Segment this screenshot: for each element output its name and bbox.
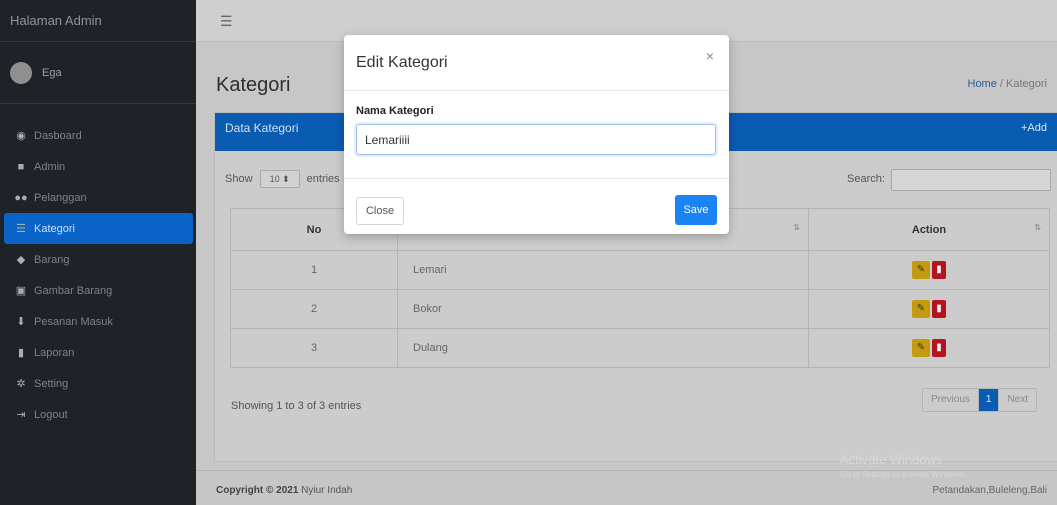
edit-icon[interactable]: ✎ — [912, 300, 930, 318]
save-button[interactable]: Save — [675, 195, 717, 225]
cell-no: 2 — [230, 289, 398, 329]
nama-kategori-input[interactable] — [356, 124, 716, 155]
dashboard-icon: ◉ — [16, 130, 26, 142]
cell-no: 1 — [230, 250, 398, 290]
table-info: Showing 1 to 3 of 3 entries — [231, 400, 362, 412]
sidebar-item-label: Logout — [34, 408, 68, 421]
sort-icon: ⇅ — [1034, 223, 1041, 232]
user-name[interactable]: Ega — [42, 67, 62, 79]
sidebar-nav: ◉ Dasboard ■ Admin ●● Pelanggan ☰ Kategori ◆… — [0, 104, 196, 430]
sidebar: Halaman Admin Ega ◉ Dasboard ■ Admin ●● Pel… — [0, 0, 196, 505]
page-title: Kategori — [216, 74, 291, 96]
modal-footer: Close Save — [344, 178, 729, 234]
sidebar-item-label: Admin — [34, 160, 66, 173]
cell-name: Bokor — [397, 289, 809, 329]
sidebar-item-label: Gambar Barang — [34, 284, 113, 297]
modal-title: Edit Kategori — [356, 54, 448, 71]
cell-action: ✎ ▮ — [808, 328, 1050, 368]
sidebar-item-logout[interactable]: ⇥ Logout — [4, 399, 193, 430]
cell-name: Dulang — [397, 328, 809, 368]
table-row: 2 Bokor ✎ ▮ — [230, 289, 1050, 329]
sidebar-item-label: Pelanggan — [34, 191, 87, 204]
modal-header: Edit Kategori × — [344, 35, 729, 91]
entries-length-control: Show 10 ⬍ entries — [225, 170, 340, 188]
sidebar-item-barang[interactable]: ◆ Barang — [4, 244, 193, 275]
windows-watermark-title: Activate Windows — [840, 452, 943, 467]
column-header-action[interactable]: Action ⇅ — [808, 208, 1050, 251]
footer-location: Petandakan,Buleleng,Bali — [932, 485, 1047, 496]
windows-watermark-subtitle: Go to Settings to activate Windows. — [840, 470, 967, 479]
sidebar-item-label: Laporan — [34, 346, 75, 359]
sidebar-item-label: Kategori — [34, 222, 75, 235]
delete-icon[interactable]: ▮ — [932, 300, 946, 318]
copyright-text: Copyright © 2021 — [216, 485, 299, 496]
sidebar-item-setting[interactable]: ✲ Setting — [4, 368, 193, 399]
cell-name: Lemari — [397, 250, 809, 290]
sidebar-item-dasboard[interactable]: ◉ Dasboard — [4, 120, 193, 151]
users-icon: ●● — [14, 191, 28, 204]
cubes-icon: ◆ — [16, 254, 26, 266]
book-icon: ▮ — [17, 347, 25, 359]
entries-select-value: 10 — [269, 174, 280, 184]
copyright-owner: Nyiur Indah — [301, 485, 353, 496]
sidebar-item-label: Barang — [34, 253, 70, 266]
sidebar-item-label: Pesanan Masuk — [34, 315, 113, 328]
delete-icon[interactable]: ▮ — [932, 339, 946, 357]
column-header-label: Action — [911, 223, 947, 236]
delete-icon[interactable]: ▮ — [932, 261, 946, 279]
breadcrumb: Home / Kategori — [968, 78, 1048, 90]
sidebar-item-pelanggan[interactable]: ●● Pelanggan — [4, 182, 193, 213]
search-input[interactable] — [891, 169, 1051, 191]
sidebar-item-label: Setting — [34, 377, 69, 390]
pagination-page-1[interactable]: 1 — [978, 389, 999, 411]
breadcrumb-separator: / — [996, 78, 1007, 90]
sidebar-item-kategori[interactable]: ☰ Kategori — [4, 213, 193, 244]
list-icon: ☰ — [16, 223, 26, 235]
pagination: Previous 1 Next — [921, 388, 1037, 412]
nama-kategori-label: Nama Kategori — [356, 105, 434, 117]
avatar — [10, 61, 32, 84]
breadcrumb-home-link[interactable]: Home — [968, 78, 997, 90]
table-row: 1 Lemari ✎ ▮ — [230, 250, 1050, 290]
add-button[interactable]: +Add — [1021, 113, 1047, 143]
sidebar-item-gambar-barang[interactable]: ▣ Gambar Barang — [4, 275, 193, 306]
image-icon: ▣ — [15, 285, 27, 297]
edit-icon[interactable]: ✎ — [912, 339, 930, 357]
cell-action: ✎ ▮ — [808, 250, 1050, 290]
sidebar-item-admin[interactable]: ■ Admin — [4, 151, 193, 182]
column-header-label: No — [306, 223, 322, 236]
edit-kategori-modal: Edit Kategori × Nama Kategori Close Save — [344, 35, 729, 234]
cell-action: ✎ ▮ — [808, 289, 1050, 329]
pagination-next[interactable]: Next — [998, 389, 1036, 411]
sidebar-item-pesanan-masuk[interactable]: ⬇ Pesanan Masuk — [4, 306, 193, 337]
logout-icon: ⇥ — [16, 409, 26, 421]
show-label: Show — [225, 172, 253, 185]
sidebar-item-laporan[interactable]: ▮ Laporan — [4, 337, 193, 368]
footer-copyright: Copyright © 2021 Nyiur Indah — [216, 485, 352, 496]
hamburger-menu-icon[interactable]: ☰ — [220, 13, 233, 30]
download-icon: ⬇ — [16, 316, 26, 328]
close-button[interactable]: Close — [356, 197, 404, 225]
pagination-previous[interactable]: Previous — [923, 389, 979, 411]
user-panel: Ega — [0, 42, 196, 104]
cog-icon: ✲ — [16, 378, 26, 390]
entries-select[interactable]: 10 ⬍ — [259, 170, 300, 188]
close-icon[interactable]: × — [706, 48, 714, 64]
modal-body: Nama Kategori — [356, 105, 716, 155]
card-title: Data Kategori — [225, 121, 299, 135]
table-row: 3 Dulang ✎ ▮ — [230, 328, 1050, 368]
breadcrumb-current: Kategori — [1006, 78, 1047, 90]
edit-icon[interactable]: ✎ — [912, 261, 930, 279]
sidebar-brand[interactable]: Halaman Admin — [0, 0, 196, 42]
entries-label: entries — [306, 172, 340, 185]
cell-no: 3 — [230, 328, 398, 368]
user-icon: ■ — [17, 160, 25, 173]
sidebar-item-label: Dasboard — [34, 129, 82, 142]
sort-icon: ⇅ — [793, 223, 800, 232]
search-label: Search: — [847, 173, 885, 185]
